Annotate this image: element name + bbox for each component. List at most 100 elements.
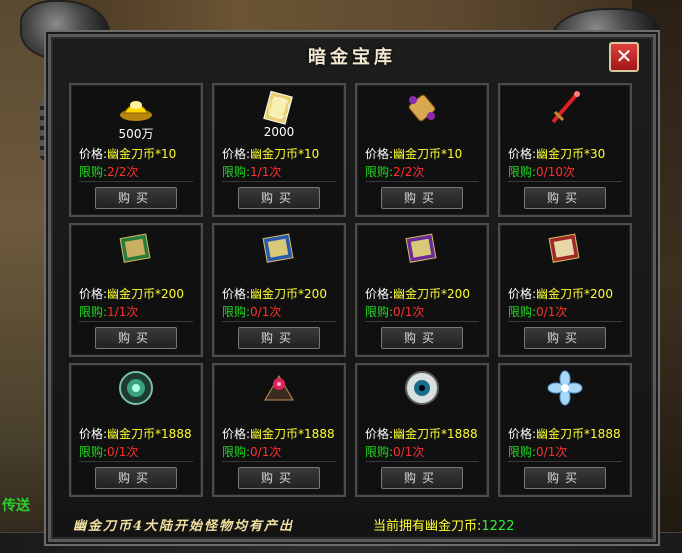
balance-label: 当前拥有幽金刀币: xyxy=(373,519,482,534)
divider xyxy=(508,321,622,322)
balance-value: 1222 xyxy=(481,519,515,534)
buy-button[interactable]: 购买 xyxy=(238,467,320,489)
red-book-icon[interactable] xyxy=(546,229,584,267)
scroll-icon[interactable] xyxy=(403,89,441,127)
red-jewel-icon[interactable] xyxy=(260,369,298,407)
divider xyxy=(79,181,193,182)
price-label: 价格: xyxy=(222,147,251,161)
price-label: 价格: xyxy=(79,287,108,301)
price-label: 价格: xyxy=(365,147,394,161)
eye-orb-icon[interactable] xyxy=(403,369,441,407)
shop-item-card: 价格:幽金刀币*1888 限购:0/1次 购买 xyxy=(212,363,346,497)
purple-book-icon[interactable] xyxy=(403,229,441,267)
purchase-limit: 限购:0/1次 xyxy=(222,303,281,320)
price-value: 幽金刀币*10 xyxy=(250,147,320,161)
shop-item-card: 价格:幽金刀币*1888 限购:0/1次 购买 xyxy=(355,363,489,497)
purchase-limit: 限购:0/1次 xyxy=(508,303,567,320)
item-price: 价格:幽金刀币*1888 xyxy=(365,425,478,442)
limit-label: 限购: xyxy=(222,305,251,319)
limit-label: 限购: xyxy=(365,165,394,179)
shop-item-card: 价格:幽金刀币*1888 限购:0/1次 购买 xyxy=(69,363,203,497)
limit-value: 0/1次 xyxy=(250,445,282,459)
close-button[interactable]: ✕ xyxy=(609,42,639,72)
blue-flower-icon[interactable] xyxy=(546,369,584,407)
price-label: 价格: xyxy=(79,147,108,161)
price-value: 幽金刀币*30 xyxy=(536,147,606,161)
green-book-icon[interactable] xyxy=(117,229,155,267)
buy-button[interactable]: 购买 xyxy=(238,327,320,349)
drop-hint-text: 幽金刀币4大陆开始怪物均有产出 xyxy=(73,519,295,534)
item-price: 价格:幽金刀币*200 xyxy=(79,285,184,302)
buy-button[interactable]: 购买 xyxy=(238,187,320,209)
divider xyxy=(222,321,336,322)
price-value: 幽金刀币*200 xyxy=(536,287,613,301)
buy-button[interactable]: 购买 xyxy=(381,327,463,349)
window-title: 暗金宝库 xyxy=(308,47,396,68)
green-shield-icon[interactable] xyxy=(117,369,155,407)
buy-button[interactable]: 购买 xyxy=(524,467,606,489)
purchase-limit: 限购:0/1次 xyxy=(222,443,281,460)
limit-value: 2/2次 xyxy=(393,165,425,179)
item-quantity: 2000 xyxy=(263,125,295,139)
item-price: 价格:幽金刀币*10 xyxy=(365,145,462,162)
divider xyxy=(365,321,479,322)
buy-button[interactable]: 购买 xyxy=(95,187,177,209)
price-label: 价格: xyxy=(508,287,537,301)
item-price: 价格:幽金刀币*1888 xyxy=(222,425,335,442)
backdrop-left xyxy=(0,0,50,553)
limit-label: 限购: xyxy=(79,305,108,319)
limit-label: 限购: xyxy=(508,305,537,319)
price-value: 幽金刀币*1888 xyxy=(107,427,192,441)
price-label: 价格: xyxy=(222,427,251,441)
purchase-limit: 限购:1/1次 xyxy=(222,163,281,180)
divider xyxy=(508,181,622,182)
gold-ingot-icon[interactable] xyxy=(117,89,155,127)
price-label: 价格: xyxy=(365,427,394,441)
item-price: 价格:幽金刀币*200 xyxy=(508,285,613,302)
red-sword-icon[interactable] xyxy=(546,89,584,127)
gold-note-icon[interactable] xyxy=(260,89,298,127)
limit-value: 0/10次 xyxy=(536,165,575,179)
item-price: 价格:幽金刀币*200 xyxy=(365,285,470,302)
item-grid: 500万 价格:幽金刀币*10 限购:2/2次 购买 2000 价格:幽金刀币*… xyxy=(69,83,632,497)
divider xyxy=(79,461,193,462)
limit-label: 限购: xyxy=(365,445,394,459)
item-price: 价格:幽金刀币*200 xyxy=(222,285,327,302)
divider xyxy=(79,321,193,322)
background-text: 传送 xyxy=(2,498,30,514)
buy-button[interactable]: 购买 xyxy=(381,467,463,489)
limit-value: 0/1次 xyxy=(250,305,282,319)
buy-button[interactable]: 购买 xyxy=(524,327,606,349)
item-price: 价格:幽金刀币*1888 xyxy=(79,425,192,442)
buy-button[interactable]: 购买 xyxy=(95,327,177,349)
price-label: 价格: xyxy=(79,427,108,441)
shop-item-card: 价格:幽金刀币*30 限购:0/10次 购买 xyxy=(498,83,632,217)
shop-item-card: 价格:幽金刀币*10 限购:2/2次 购买 xyxy=(355,83,489,217)
item-price: 价格:幽金刀币*10 xyxy=(222,145,319,162)
divider xyxy=(365,181,479,182)
price-label: 价格: xyxy=(508,427,537,441)
blue-book-icon[interactable] xyxy=(260,229,298,267)
shop-item-card: 2000 价格:幽金刀币*10 限购:1/1次 购买 xyxy=(212,83,346,217)
divider xyxy=(365,461,479,462)
purchase-limit: 限购:0/1次 xyxy=(365,443,424,460)
purchase-limit: 限购:0/1次 xyxy=(79,443,138,460)
limit-label: 限购: xyxy=(508,445,537,459)
buy-button[interactable]: 购买 xyxy=(95,467,177,489)
price-value: 幽金刀币*1888 xyxy=(393,427,478,441)
buy-button[interactable]: 购买 xyxy=(381,187,463,209)
limit-label: 限购: xyxy=(222,165,251,179)
price-label: 价格: xyxy=(365,287,394,301)
price-value: 幽金刀币*200 xyxy=(393,287,470,301)
limit-value: 0/1次 xyxy=(536,445,568,459)
limit-label: 限购: xyxy=(79,445,108,459)
purchase-limit: 限购:0/1次 xyxy=(508,443,567,460)
treasure-shop-window: 暗金宝库 ✕ 500万 价格:幽金刀币*10 限购:2/2次 购买 2000 价… xyxy=(48,34,656,542)
divider xyxy=(222,181,336,182)
divider xyxy=(222,461,336,462)
divider xyxy=(508,461,622,462)
buy-button[interactable]: 购买 xyxy=(524,187,606,209)
shop-item-card: 价格:幽金刀币*200 限购:0/1次 购买 xyxy=(212,223,346,357)
shop-item-card: 价格:幽金刀币*200 限购:0/1次 购买 xyxy=(355,223,489,357)
limit-value: 0/1次 xyxy=(393,445,425,459)
